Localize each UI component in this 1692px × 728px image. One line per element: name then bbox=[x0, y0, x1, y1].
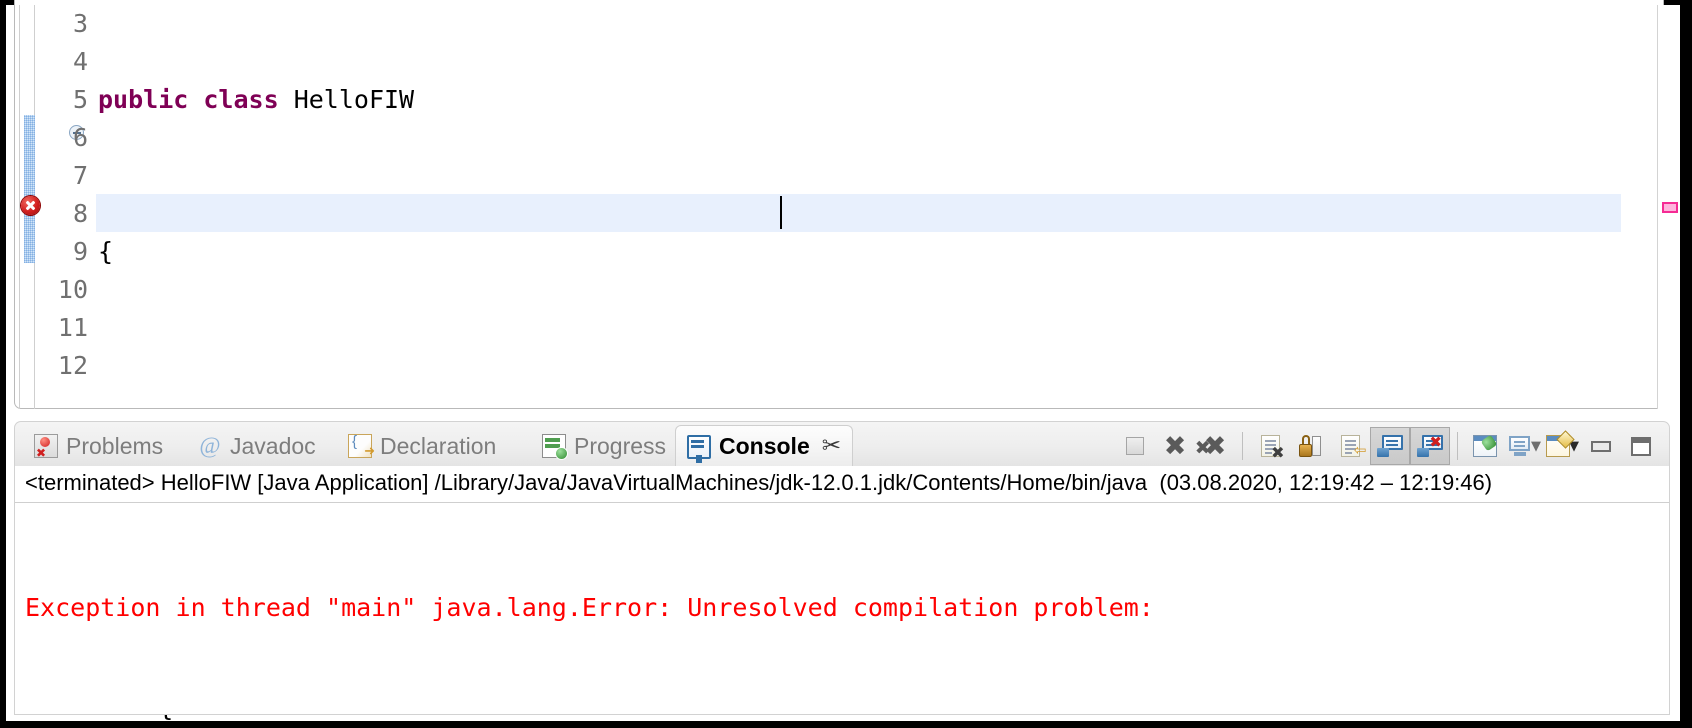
pin-console-button[interactable] bbox=[1465, 427, 1505, 465]
line-number: 12 bbox=[57, 351, 88, 380]
display-console-icon bbox=[1377, 435, 1403, 457]
tab-javadoc[interactable]: @ Javadoc bbox=[187, 425, 327, 467]
scroll-lock-button[interactable] bbox=[1290, 427, 1330, 465]
tab-declaration[interactable]: Declaration bbox=[337, 425, 507, 467]
overview-ruler-error-mark[interactable] bbox=[1662, 202, 1678, 213]
terminate-button[interactable] bbox=[1115, 427, 1155, 465]
progress-icon bbox=[542, 434, 568, 460]
tab-label: Console bbox=[719, 433, 810, 459]
remove-x-icon: ✖ bbox=[1163, 430, 1187, 462]
close-icon[interactable]: ✂ bbox=[822, 435, 841, 458]
tab-console[interactable]: Console ✂ bbox=[675, 425, 854, 467]
word-wrap-icon bbox=[1340, 435, 1367, 459]
console-icon bbox=[687, 434, 711, 463]
toolbar-separator bbox=[1242, 432, 1243, 460]
line-number: 4 bbox=[72, 47, 88, 76]
tab-label: Declaration bbox=[380, 432, 497, 459]
tab-label: Javadoc bbox=[230, 432, 316, 459]
lock-icon bbox=[1299, 435, 1321, 457]
remove-launch-button[interactable]: ✖ bbox=[1155, 427, 1195, 465]
line-number: 6 bbox=[72, 123, 88, 152]
tab-progress[interactable]: Progress bbox=[531, 425, 677, 467]
ide-window-frame: 3 4 5 6 7 8 9 10 11 12 public class Hell… bbox=[6, 0, 1680, 722]
keyword-public: public bbox=[98, 85, 189, 114]
brace-open: { bbox=[98, 237, 114, 266]
x-badge-icon: ✖ bbox=[1271, 443, 1285, 462]
line-number: 11 bbox=[57, 313, 88, 342]
console-toolbar: ✖ ✖ ✖ ✖ ⇦ ✖ ▼ ▼ bbox=[1115, 426, 1661, 466]
line-number: 3 bbox=[72, 9, 88, 38]
word-wrap-button[interactable] bbox=[1330, 427, 1370, 465]
code-line-3: public class HelloFIW bbox=[98, 81, 1680, 119]
stop-square-icon bbox=[1126, 437, 1144, 455]
tab-label: Problems bbox=[66, 432, 164, 459]
eclipse-ide-screenshot: 3 4 5 6 7 8 9 10 11 12 public class Hell… bbox=[0, 0, 1692, 728]
toolbar-separator bbox=[1457, 432, 1458, 460]
show-console-on-output-button[interactable] bbox=[1370, 427, 1410, 465]
line-number: 9 bbox=[72, 237, 88, 266]
console-error-line: Syntax error, insert ";" to complete Blo… bbox=[25, 708, 1169, 714]
line-number: 7 bbox=[72, 161, 88, 190]
clear-console-icon: ✖ bbox=[1260, 435, 1285, 461]
line-number: 10 bbox=[57, 275, 88, 304]
display-console-err-icon: ✖ bbox=[1417, 435, 1443, 457]
open-console-button[interactable] bbox=[1543, 427, 1575, 465]
launch-line-divider bbox=[15, 502, 1669, 503]
java-editor[interactable]: 3 4 5 6 7 8 9 10 11 12 public class Hell… bbox=[6, 0, 1680, 722]
keyword-class: class bbox=[203, 85, 279, 114]
view-tab-strip: Problems @ Javadoc Declaration Progress … bbox=[14, 421, 1670, 467]
class-name: HelloFIW bbox=[293, 85, 415, 114]
declaration-icon bbox=[348, 433, 375, 459]
console-text: Exception in thread "main" java.lang.Err… bbox=[25, 508, 1169, 714]
line-number: 8 bbox=[72, 199, 88, 228]
maximize-icon bbox=[1631, 436, 1651, 456]
show-console-on-error-button[interactable]: ✖ bbox=[1410, 427, 1450, 465]
gutter-divider-left bbox=[19, 5, 20, 409]
tab-problems[interactable]: Problems bbox=[23, 425, 174, 467]
minimize-button[interactable] bbox=[1581, 427, 1621, 465]
minimize-icon bbox=[1591, 440, 1611, 452]
display-selected-console-button[interactable] bbox=[1505, 427, 1535, 465]
pin-icon bbox=[1473, 434, 1498, 457]
problems-icon bbox=[34, 434, 58, 460]
bottom-view-panel: Problems @ Javadoc Declaration Progress … bbox=[14, 421, 1670, 715]
javadoc-icon: @ bbox=[199, 433, 221, 458]
console-left-edge bbox=[15, 466, 18, 714]
maximize-button[interactable] bbox=[1621, 427, 1661, 465]
monitor-icon bbox=[1508, 436, 1532, 456]
overview-ruler[interactable] bbox=[1657, 5, 1680, 409]
remove-all-terminated-button[interactable]: ✖ bbox=[1195, 427, 1235, 465]
code-line-4: { bbox=[98, 233, 1680, 271]
clear-console-button[interactable]: ✖ bbox=[1250, 427, 1290, 465]
text-caret bbox=[780, 196, 782, 229]
console-output-area[interactable]: <terminated> HelloFIW [Java Application]… bbox=[14, 466, 1670, 715]
launch-configuration-line: <terminated> HelloFIW [Java Application]… bbox=[25, 470, 1493, 495]
new-console-icon bbox=[1546, 430, 1575, 457]
tab-label: Progress bbox=[574, 432, 667, 459]
line-number-ruler: 3 4 5 6 7 8 9 10 11 12 bbox=[36, 5, 88, 385]
console-error-line: Exception in thread "main" java.lang.Err… bbox=[25, 593, 1169, 622]
change-annotation-bar bbox=[24, 115, 35, 263]
line-number: 5 bbox=[72, 85, 88, 114]
remove-all-x-icon: ✖ bbox=[1195, 433, 1226, 460]
